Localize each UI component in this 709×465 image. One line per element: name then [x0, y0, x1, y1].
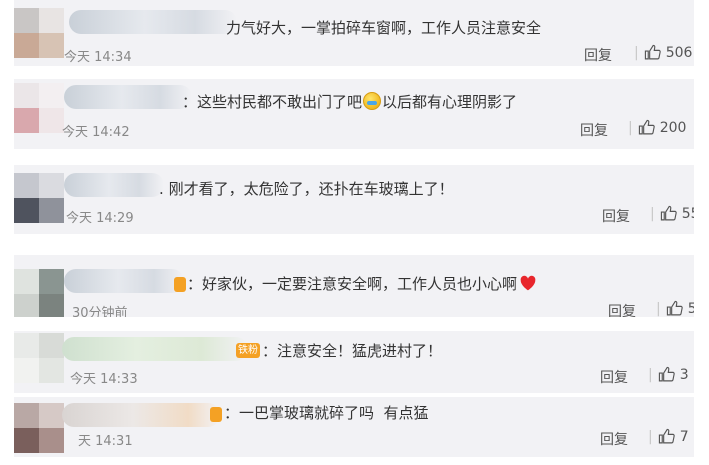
separator: | — [648, 366, 653, 383]
reply-button[interactable]: 回复 — [580, 120, 608, 140]
username-blurred[interactable] — [64, 85, 192, 109]
like-count: 7 — [679, 428, 689, 445]
separator: | — [656, 300, 661, 317]
like-button[interactable]: | 3 — [648, 366, 689, 383]
comment-body-continued: 以后都有心理阴影了 — [382, 93, 518, 111]
comment-prefix: ： — [182, 93, 198, 111]
like-count: 5 — [687, 300, 694, 317]
fan-badge-icon — [174, 277, 186, 292]
comment-text: ：好家伙，一定要注意安全啊，工作人员也小心啊 — [187, 274, 537, 294]
comment-text: ：. 刚才看了，太危险了，还扑在车玻璃上了！ — [159, 180, 454, 198]
comment-text: ：这些村民都不敢出门了吧 以后都有心理阴影了 — [182, 92, 517, 112]
like-count: 200 — [659, 119, 687, 136]
comment-time: 今天 14:33 — [70, 372, 138, 387]
comment-card: ：这些村民都不敢出门了吧 以后都有心理阴影了 今天 14:42 回复 | 200 — [14, 79, 694, 149]
comment-prefix: ： — [262, 342, 278, 360]
comment-body: 好家伙，一定要注意安全啊，工作人员也小心啊 — [202, 275, 518, 293]
username-blurred[interactable] — [69, 10, 237, 34]
comment-body: 一巴掌玻璃就碎了吗 有点猛 — [239, 404, 429, 422]
comment-card: ：. 刚才看了，太危险了，还扑在车玻璃上了！ 今天 14:29 回复 | 55 — [14, 165, 694, 234]
reply-button[interactable]: 回复 — [584, 45, 612, 65]
separator: | — [634, 44, 639, 61]
comment-card: ：好家伙，一定要注意安全啊，工作人员也小心啊 30分钟前 回复 | 5 — [14, 255, 694, 317]
comment-card: 铁粉 ：注意安全！猛虎进村了！ 今天 14:33 回复 | 3 — [14, 331, 694, 393]
comment-body: 注意安全！猛虎进村了！ — [277, 342, 443, 360]
fan-badge-icon — [210, 407, 222, 422]
username-blurred[interactable] — [64, 269, 184, 293]
thumbs-up-icon — [658, 428, 675, 444]
comment-prefix: ： — [187, 275, 203, 293]
comment-time: 天 14:31 — [78, 434, 133, 449]
comment-body: 刚才看了，太危险了，还扑在车玻璃上了！ — [168, 180, 454, 198]
thumbs-up-icon — [644, 44, 661, 60]
like-count: 3 — [679, 366, 689, 383]
like-button[interactable]: | 7 — [648, 428, 689, 445]
avatar[interactable] — [14, 333, 64, 383]
username-blurred[interactable] — [62, 337, 248, 361]
reply-button[interactable]: 回复 — [600, 367, 628, 387]
comment-body: 力气好大，一掌拍碎车窗啊，工作人员注意安全 — [226, 19, 542, 37]
username-blurred[interactable] — [64, 173, 164, 197]
reply-button[interactable]: 回复 — [608, 301, 636, 317]
separator: | — [628, 119, 633, 136]
comment-time: 今天 14:42 — [62, 125, 130, 140]
divider — [0, 66, 709, 72]
comment-text: ：一巴掌玻璃就碎了吗 有点猛 — [224, 403, 429, 423]
thumbs-up-icon — [658, 366, 675, 382]
thumbs-up-icon — [660, 205, 677, 221]
comment-card: 力气好大，一掌拍碎车窗啊，工作人员注意安全 今天 14:34 回复 | 506 — [14, 0, 694, 66]
comment-time: 今天 14:34 — [64, 50, 132, 65]
separator: | — [650, 205, 655, 222]
like-count: 55 — [681, 205, 694, 222]
avatar[interactable] — [14, 269, 64, 317]
avatar[interactable] — [14, 83, 64, 133]
separator: | — [648, 428, 653, 445]
cry-emoji-icon — [363, 92, 382, 110]
reply-button[interactable]: 回复 — [602, 206, 630, 226]
comment-body: 这些村民都不敢出门了吧 — [197, 93, 363, 111]
red-heart-icon — [520, 275, 536, 291]
like-button[interactable]: | 5 — [656, 300, 694, 317]
fan-badge-icon: 铁粉 — [236, 343, 260, 358]
comment-card: ：一巴掌玻璃就碎了吗 有点猛 天 14:31 回复 | 7 — [14, 397, 694, 457]
comment-text: ：注意安全！猛虎进村了！ — [262, 341, 442, 361]
avatar[interactable] — [14, 8, 64, 58]
comment-text: 力气好大，一掌拍碎车窗啊，工作人员注意安全 — [226, 18, 541, 38]
avatar[interactable] — [14, 403, 64, 453]
reply-button[interactable]: 回复 — [600, 429, 628, 449]
like-button[interactable]: | 200 — [628, 119, 686, 136]
avatar[interactable] — [14, 173, 64, 223]
thumbs-up-icon — [666, 300, 683, 316]
comment-time: 今天 14:29 — [66, 211, 134, 226]
like-button[interactable]: | 506 — [634, 44, 692, 61]
comment-prefix: ： — [224, 404, 240, 422]
comment-time: 30分钟前 — [72, 306, 128, 317]
like-button[interactable]: | 55 — [650, 205, 694, 222]
like-count: 506 — [665, 44, 693, 61]
username-blurred[interactable] — [62, 403, 220, 427]
comment-list-page: { "comments": [ {"text_prefix": "", "tex… — [0, 0, 709, 465]
thumbs-up-icon — [638, 119, 655, 135]
